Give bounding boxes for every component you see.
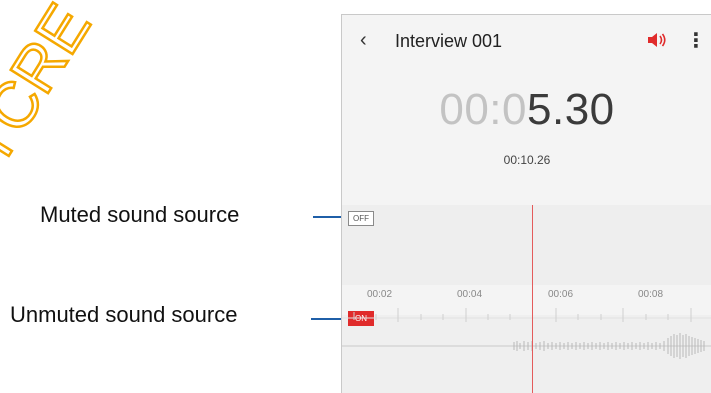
- total-time: 00:10.26: [503, 153, 551, 167]
- timeline-tick: 00:04: [457, 289, 483, 300]
- timeline-tick: 00:02: [367, 289, 393, 300]
- muted-track[interactable]: [342, 205, 711, 285]
- speaker-icon[interactable]: [647, 32, 667, 48]
- playhead[interactable]: [532, 205, 533, 393]
- app-bar: ‹ Interview 001 ⋮: [342, 15, 711, 67]
- unmuted-callout-label: Unmuted sound source: [10, 302, 238, 327]
- svg-text:TCRE: TCRE: [0, 0, 104, 177]
- recorder-screen: ‹ Interview 001 ⋮ 00:05.30 00:10.26 OFF …: [341, 14, 711, 393]
- more-vertical-icon: ⋮: [686, 30, 706, 52]
- mute-toggle-off[interactable]: OFF: [348, 211, 374, 226]
- chevron-left-icon: ‹: [360, 29, 367, 51]
- elapsed-time-bold: 5.30: [527, 85, 615, 134]
- watermark: TCRE: [0, 0, 105, 179]
- timeline-tick: 00:06: [548, 289, 574, 300]
- elapsed-time-dim: 00:0: [439, 85, 527, 134]
- waveform: [342, 333, 711, 359]
- timeline-ruler: [342, 308, 711, 322]
- back-button[interactable]: ‹: [360, 29, 367, 52]
- timeline-tick: 00:08: [638, 289, 664, 300]
- more-options-button[interactable]: ⋮: [686, 28, 706, 53]
- elapsed-time: 00:05.30: [342, 85, 711, 135]
- muted-callout-label: Muted sound source: [40, 202, 240, 227]
- recording-title: Interview 001: [395, 31, 503, 51]
